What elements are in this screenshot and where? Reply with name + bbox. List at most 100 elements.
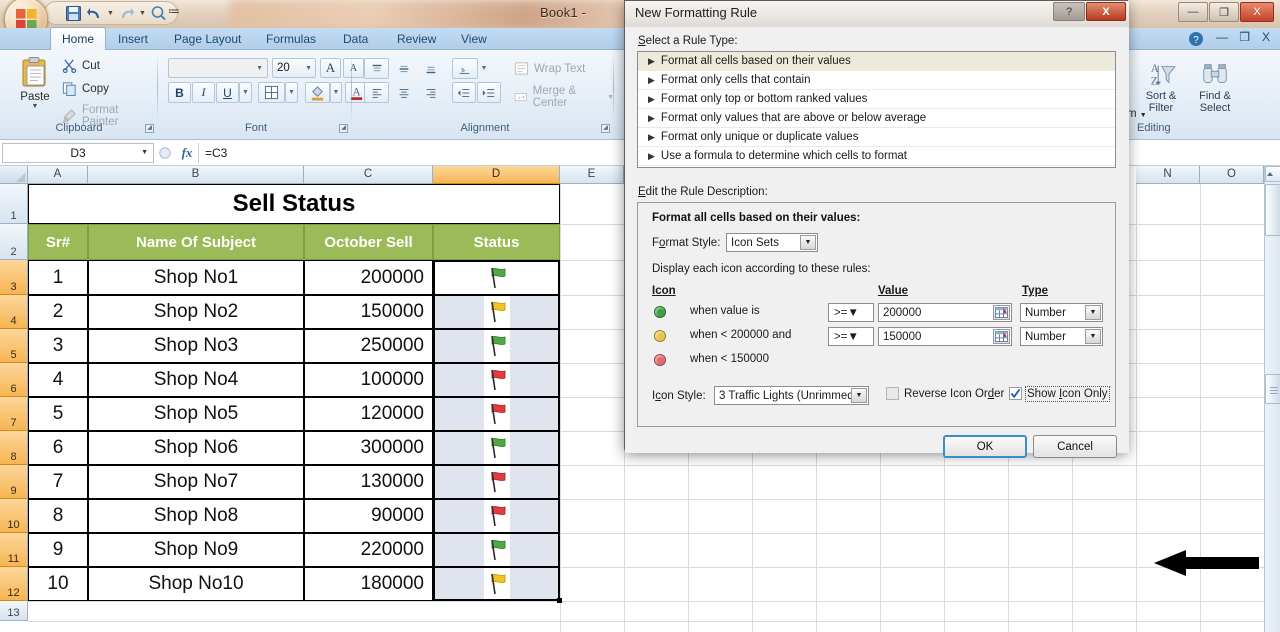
cell-status-0[interactable] — [433, 260, 560, 295]
column-header-n[interactable]: N — [1136, 166, 1200, 184]
ribbon-minimize-button[interactable]: — — [1216, 30, 1228, 44]
merge-center-button[interactable]: a Merge & Center ▼ — [514, 85, 614, 109]
window-close-button[interactable]: X — [1240, 2, 1274, 22]
rule-type-item-1[interactable]: ▶ Format only cells that contain — [638, 71, 1115, 90]
cell-sr-1[interactable]: 2 — [28, 295, 88, 329]
align-top-button[interactable] — [364, 58, 389, 79]
cell-name-7[interactable]: Shop No8 — [88, 499, 304, 533]
cell-status-7[interactable] — [433, 499, 560, 533]
cell-name-1[interactable]: Shop No2 — [88, 295, 304, 329]
scroll-up-button[interactable] — [1265, 166, 1280, 182]
font-size-combo[interactable]: 20 ▼ — [272, 58, 316, 78]
vertical-scrollbar[interactable] — [1264, 166, 1280, 632]
chevron-down-icon[interactable]: ▼ — [851, 388, 867, 403]
find-select-button[interactable]: Find & Select — [1189, 60, 1241, 114]
cell-name-4[interactable]: Shop No5 — [88, 397, 304, 431]
help-icon[interactable]: ? — [1188, 31, 1204, 47]
cell-status-1[interactable] — [433, 295, 560, 329]
chevron-down-icon[interactable]: ▼ — [847, 331, 858, 343]
cell-status-4[interactable] — [433, 397, 560, 431]
align-right-button[interactable] — [418, 82, 443, 103]
cell-name-2[interactable]: Shop No3 — [88, 329, 304, 363]
rule-type-item-3[interactable]: ▶ Format only values that are above or be… — [638, 109, 1115, 128]
chevron-down-icon[interactable]: ▼ — [1085, 329, 1101, 344]
traffic-light-icon-1[interactable] — [654, 330, 666, 342]
column-header-c[interactable]: C — [304, 166, 433, 184]
cell-sr-2[interactable]: 3 — [28, 329, 88, 363]
scrollbar-thumb-lower[interactable] — [1265, 374, 1280, 404]
cell-sr-0[interactable]: 1 — [28, 260, 88, 295]
cell-sell-8[interactable]: 220000 — [304, 533, 433, 567]
format-style-combo[interactable]: Icon Sets ▼ — [726, 233, 818, 252]
value-input-0[interactable]: 200000 — [878, 303, 1012, 322]
cell-name-9[interactable]: Shop No10 — [88, 567, 304, 601]
cell-sell-4[interactable]: 120000 — [304, 397, 433, 431]
rule-type-item-4[interactable]: ▶ Format only unique or duplicate values — [638, 128, 1115, 147]
row-header-2[interactable]: 2 — [0, 224, 28, 260]
fill-color-button[interactable] — [305, 82, 330, 103]
table-header-sell[interactable]: October Sell — [304, 224, 433, 260]
sheet-title-cell[interactable]: Sell Status — [28, 184, 560, 224]
cell-sr-3[interactable]: 4 — [28, 363, 88, 397]
range-selector-icon-1[interactable] — [993, 329, 1010, 344]
cell-sell-3[interactable]: 100000 — [304, 363, 433, 397]
cell-sr-7[interactable]: 8 — [28, 499, 88, 533]
decrease-indent-button[interactable] — [452, 82, 476, 103]
row-header-6[interactable]: 6 — [0, 363, 28, 397]
rule-type-item-2[interactable]: ▶ Format only top or bottom ranked values — [638, 90, 1115, 109]
column-header-d[interactable]: D — [433, 166, 560, 184]
align-center-button[interactable] — [391, 82, 416, 103]
type-combo-0[interactable]: Number ▼ — [1020, 303, 1103, 322]
tab-home[interactable]: Home — [50, 27, 107, 50]
paste-button[interactable]: Paste ▼ — [10, 56, 60, 116]
tab-review[interactable]: Review — [386, 28, 447, 50]
row-header-9[interactable]: 9 — [0, 465, 28, 499]
rule-type-item-0[interactable]: ▶ Format all cells based on their values — [638, 52, 1115, 71]
tab-page-layout[interactable]: Page Layout — [163, 28, 252, 50]
underline-button[interactable]: U — [216, 82, 239, 103]
column-header-b[interactable]: B — [88, 166, 304, 184]
cell-status-3[interactable] — [433, 363, 560, 397]
chevron-down-icon[interactable]: ▼ — [847, 307, 858, 319]
window-restore-button[interactable]: ❐ — [1209, 2, 1239, 22]
cell-name-0[interactable]: Shop No1 — [88, 260, 304, 295]
cancel-button[interactable]: Cancel — [1033, 435, 1117, 458]
quick-access-toolbar[interactable]: ▼ ▼ — [44, 1, 178, 25]
window-minimize-button[interactable]: — — [1178, 2, 1208, 22]
chevron-down-icon[interactable]: ▼ — [256, 65, 263, 72]
cell-name-5[interactable]: Shop No6 — [88, 431, 304, 465]
copy-button[interactable]: Copy — [62, 81, 109, 96]
row-header-12[interactable]: 12 — [0, 567, 28, 601]
align-bottom-button[interactable] — [418, 58, 443, 79]
selection-fill-handle[interactable] — [557, 598, 562, 603]
cell-status-8[interactable] — [433, 533, 560, 567]
rule-type-listbox[interactable]: ▶ Format all cells based on their values ▶… — [637, 51, 1116, 168]
cell-sell-7[interactable]: 90000 — [304, 499, 433, 533]
paste-dropdown-caret-icon[interactable]: ▼ — [32, 103, 39, 110]
insert-function-toggle[interactable] — [154, 143, 176, 163]
range-selector-icon-0[interactable] — [993, 305, 1010, 320]
row-header-3[interactable]: 3 — [0, 260, 28, 295]
orientation-dropdown-button[interactable]: ▼ — [478, 58, 490, 79]
customize-qat-icon[interactable]: ≔ — [168, 4, 180, 18]
cell-sr-6[interactable]: 7 — [28, 465, 88, 499]
value-input-1[interactable]: 150000 — [878, 327, 1012, 346]
row-header-1[interactable]: 1 — [0, 184, 28, 224]
tab-view[interactable]: View — [450, 28, 498, 50]
operator-combo-1[interactable]: >= ▼ — [828, 327, 874, 346]
insert-function-button[interactable]: fx — [176, 143, 198, 163]
traffic-light-icon-2[interactable] — [654, 354, 666, 366]
office-button[interactable] — [4, 0, 48, 28]
cell-name-8[interactable]: Shop No9 — [88, 533, 304, 567]
cell-status-6[interactable] — [433, 465, 560, 499]
cell-status-9[interactable] — [433, 567, 560, 601]
cell-name-3[interactable]: Shop No4 — [88, 363, 304, 397]
borders-dropdown-button[interactable]: ▼ — [285, 82, 298, 103]
cell-name-6[interactable]: Shop No7 — [88, 465, 304, 499]
increase-indent-button[interactable] — [477, 82, 501, 103]
tab-formulas[interactable]: Formulas — [255, 28, 327, 50]
cut-button[interactable]: Cut — [62, 58, 100, 73]
undo-dropdown-caret-icon[interactable]: ▼ — [107, 5, 114, 22]
show-icon-only-checkbox[interactable]: Show Icon Only — [1009, 385, 1110, 402]
row-header-7[interactable]: 7 — [0, 397, 28, 431]
